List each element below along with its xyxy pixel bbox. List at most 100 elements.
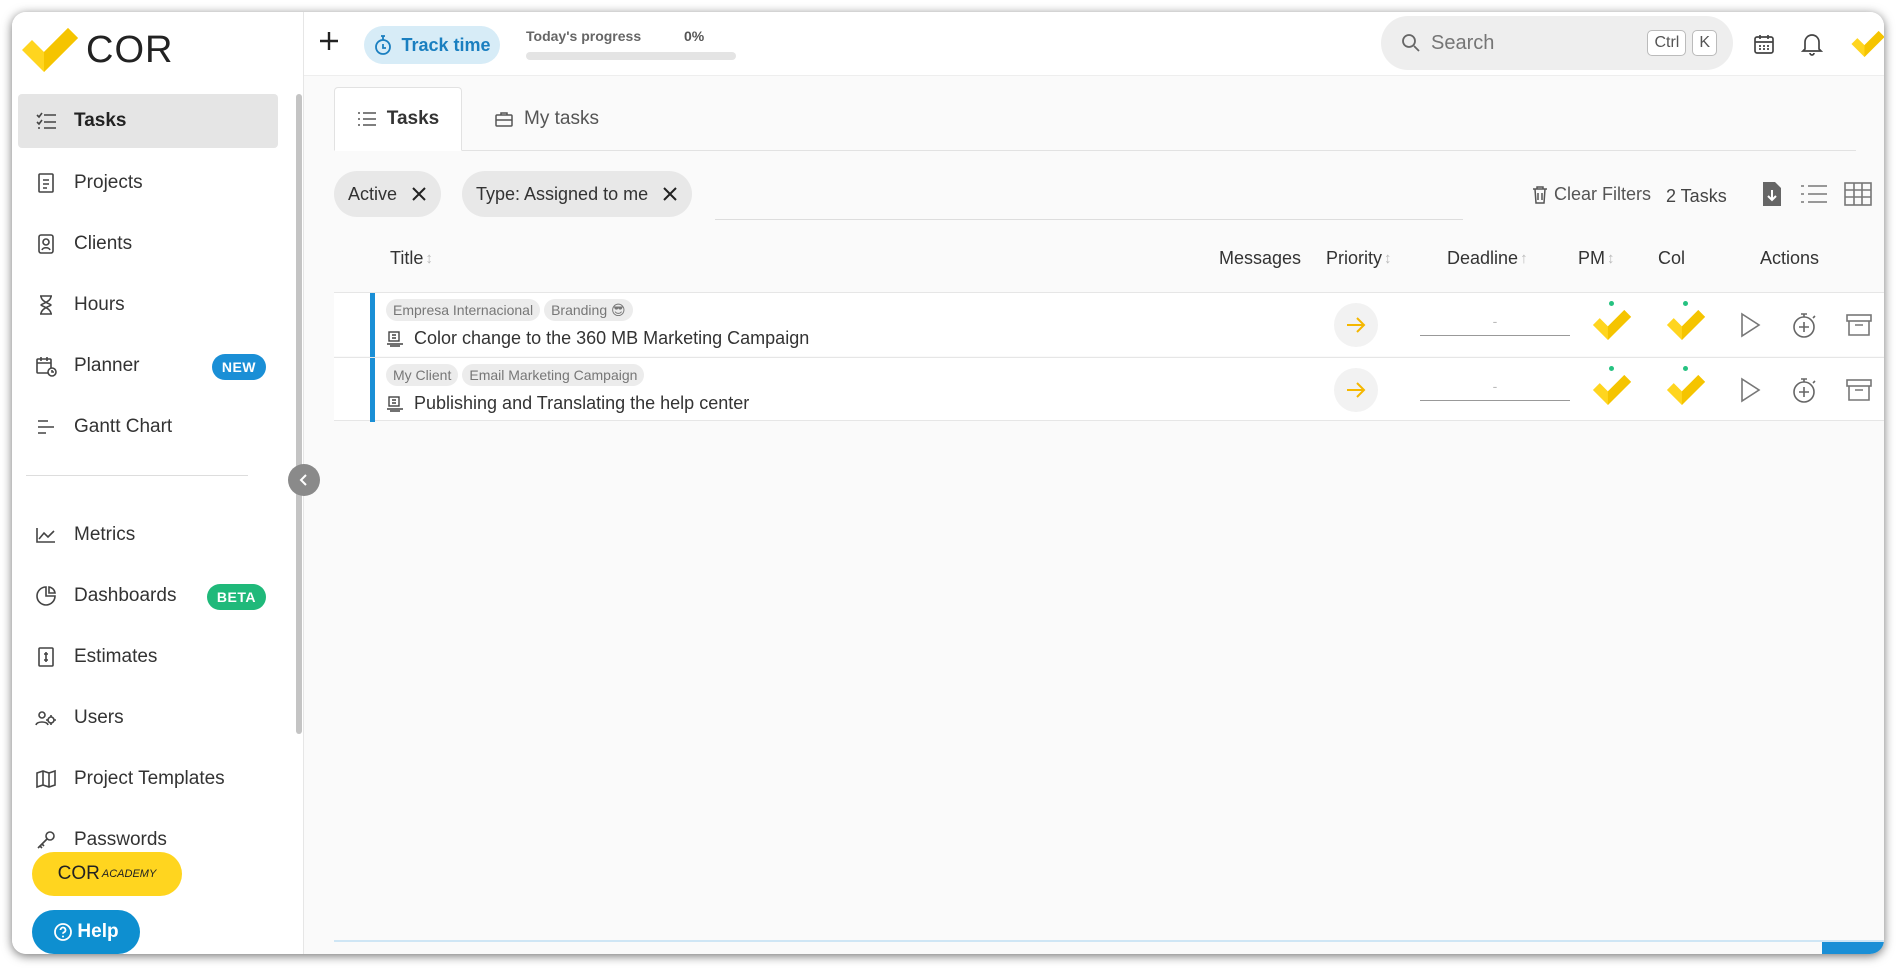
collaborator-avatar[interactable]: [1664, 301, 1708, 349]
calendar-button[interactable]: [1750, 30, 1778, 58]
tab-tasks[interactable]: Tasks: [334, 87, 462, 151]
app-window: COR Tasks Projects Clients Hours Planner…: [12, 12, 1884, 954]
sidebar-item-clients[interactable]: Clients: [18, 217, 278, 271]
archive-button[interactable]: [1843, 374, 1875, 406]
sidebar-item-tasks[interactable]: Tasks: [18, 94, 278, 148]
tab-label: My tasks: [524, 108, 599, 129]
sidebar-item-metrics[interactable]: Metrics: [18, 508, 278, 562]
user-avatar[interactable]: [1850, 30, 1884, 58]
archive-button[interactable]: [1843, 309, 1875, 341]
sidebar-item-label: Planner: [74, 355, 140, 376]
task-count: 2 Tasks: [1666, 186, 1727, 206]
deadline-field[interactable]: -: [1420, 378, 1570, 401]
sidebar-item-project-templates[interactable]: Project Templates: [18, 752, 278, 806]
academy-label: COR: [57, 863, 100, 884]
sort-icon: ↕: [1607, 250, 1615, 267]
play-icon: [1741, 377, 1761, 403]
cor-academy-button[interactable]: COR ACADEMY: [32, 852, 182, 896]
tasks-icon: [32, 107, 60, 135]
clear-filters-button[interactable]: Clear Filters: [1532, 184, 1651, 205]
tab-my-tasks[interactable]: My tasks: [494, 87, 599, 151]
list-view-button[interactable]: [1798, 178, 1830, 210]
list-icon: [357, 112, 376, 126]
collapse-sidebar-button[interactable]: [288, 464, 320, 496]
stopwatch-plus-icon: [1793, 378, 1816, 403]
remove-filter-button[interactable]: [411, 186, 427, 202]
column-header-title[interactable]: Title ↕: [390, 248, 433, 269]
column-header-col: Col: [1658, 248, 1685, 269]
sidebar-item-users[interactable]: Users: [18, 691, 278, 745]
task-title[interactable]: Color change to the 360 MB Marketing Cam…: [386, 328, 809, 349]
sort-icon: ↑: [1520, 250, 1528, 267]
sidebar-item-label: Users: [74, 707, 124, 728]
sort-icon: ↕: [425, 250, 433, 267]
help-button[interactable]: Help: [32, 910, 140, 954]
planner-icon: [32, 352, 60, 380]
play-icon: [1741, 312, 1761, 338]
sidebar-item-estimates[interactable]: Estimates: [18, 630, 278, 684]
search-icon: [1402, 34, 1420, 52]
sidebar-divider: [26, 475, 248, 476]
sidebar-item-dashboards[interactable]: Dashboards BETA: [18, 569, 278, 623]
add-button[interactable]: [318, 26, 340, 56]
add-time-button[interactable]: [1788, 374, 1820, 406]
sidebar-item-hours[interactable]: Hours: [18, 278, 278, 332]
metrics-icon: [32, 521, 60, 549]
project-tag[interactable]: Branding 😎: [544, 299, 633, 321]
notifications-button[interactable]: [1798, 30, 1826, 58]
sidebar-item-label: Hours: [74, 294, 125, 315]
sidebar-item-label: Metrics: [74, 524, 136, 545]
track-time-button[interactable]: Track time: [364, 26, 500, 64]
download-button[interactable]: [1756, 178, 1788, 210]
task-title[interactable]: Publishing and Translating the help cent…: [386, 393, 749, 414]
pm-avatar[interactable]: [1590, 366, 1634, 414]
header-label: Actions: [1760, 248, 1820, 268]
start-timer-button[interactable]: [1734, 374, 1766, 406]
plus-icon: [320, 32, 338, 50]
table-row[interactable]: My Client Email Marketing Campaign Publi…: [334, 357, 1884, 422]
priority-button[interactable]: [1334, 303, 1378, 347]
chip-label: Type: Assigned to me: [476, 183, 649, 204]
sidebar-item-label: Project Templates: [74, 768, 225, 789]
tab-label: Tasks: [386, 108, 440, 129]
column-header-pm[interactable]: PM ↕: [1578, 248, 1615, 269]
cor-logo[interactable]: COR: [22, 28, 173, 72]
projects-icon: [32, 169, 60, 197]
sidebar-item-planner[interactable]: Planner NEW: [18, 339, 278, 393]
sidebar-scrollbar[interactable]: [296, 94, 302, 734]
table-row[interactable]: Empresa Internacional Branding 😎 Color c…: [334, 292, 1884, 357]
sidebar-item-label: Passwords: [74, 829, 167, 850]
grid-view-button[interactable]: [1842, 178, 1874, 210]
k-key-hint: K: [1692, 30, 1717, 56]
academy-sub-label: ACADEMY: [101, 868, 157, 880]
search-input[interactable]: [1431, 31, 1621, 55]
pm-avatar[interactable]: [1590, 301, 1634, 349]
logo-text: COR: [86, 28, 174, 71]
sidebar-item-gantt-chart[interactable]: Gantt Chart: [18, 400, 278, 454]
stopwatch-plus-icon: [1793, 313, 1816, 338]
remove-filter-button[interactable]: [662, 186, 678, 202]
client-tag[interactable]: Empresa Internacional: [386, 299, 541, 321]
estimates-icon: [32, 643, 60, 671]
start-timer-button[interactable]: [1734, 309, 1766, 341]
filter-input-line[interactable]: [715, 219, 1463, 220]
avatar-logo-icon: [1592, 375, 1632, 405]
priority-button[interactable]: [1334, 368, 1378, 412]
search-box[interactable]: Ctrl K: [1381, 16, 1733, 70]
tabs-row: Tasks My tasks: [334, 87, 1856, 151]
online-status-dot: [1609, 301, 1614, 306]
column-header-deadline[interactable]: Deadline ↑: [1447, 248, 1528, 269]
project-tag[interactable]: Email Marketing Campaign: [462, 364, 645, 386]
sidebar-item-projects[interactable]: Projects: [18, 156, 278, 210]
client-tag[interactable]: My Client: [386, 364, 459, 386]
column-header-messages: Messages: [1219, 248, 1301, 269]
grid-view-icon: [1844, 182, 1872, 206]
task-title-text: Publishing and Translating the help cent…: [414, 393, 750, 413]
collaborator-avatar[interactable]: [1664, 366, 1708, 414]
bottom-panel-button[interactable]: [1822, 942, 1884, 954]
avatar-logo-icon: [1666, 375, 1706, 405]
add-time-button[interactable]: [1788, 309, 1820, 341]
deadline-field[interactable]: -: [1420, 313, 1570, 336]
column-header-priority[interactable]: Priority ↕: [1326, 248, 1392, 269]
chip-label: Active: [348, 183, 398, 204]
